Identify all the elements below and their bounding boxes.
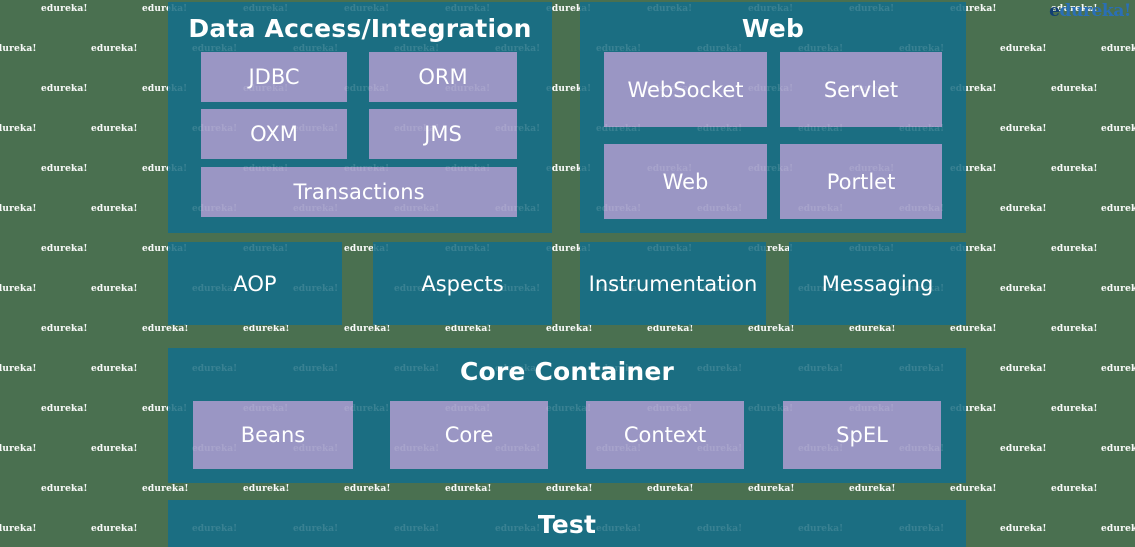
panel-web: Web WebSocket Servlet Web Portlet	[580, 2, 966, 233]
module-context[interactable]: Context	[586, 401, 744, 469]
panel-data-access-integration: Data Access/Integration JDBC ORM OXM JMS…	[168, 2, 552, 233]
module-spel[interactable]: SpEL	[783, 401, 941, 469]
module-beans[interactable]: Beans	[193, 401, 353, 469]
edureka-logo: edureka!	[1049, 3, 1131, 20]
module-aspects[interactable]: Aspects	[373, 242, 552, 325]
panel-title-core-container: Core Container	[459, 357, 675, 386]
module-orm[interactable]: ORM	[369, 52, 517, 102]
panel-title-data-access-integration: Data Access/Integration	[188, 14, 532, 43]
module-websocket[interactable]: WebSocket	[604, 52, 767, 127]
spring-architecture-diagram: Data Access/Integration JDBC ORM OXM JMS…	[0, 0, 1135, 547]
module-servlet[interactable]: Servlet	[780, 52, 942, 127]
panel-test: Test	[168, 500, 966, 547]
logo-rest-text: dureka!	[1059, 1, 1132, 21]
panel-core-container: Core Container Beans Core Context SpEL	[168, 348, 966, 483]
module-transactions[interactable]: Transactions	[201, 167, 517, 217]
logo-lead-letter: e	[1049, 1, 1060, 21]
module-aop[interactable]: AOP	[168, 242, 342, 325]
panel-title-test: Test	[537, 510, 597, 539]
module-core[interactable]: Core	[390, 401, 548, 469]
module-jms[interactable]: JMS	[369, 109, 517, 159]
module-oxm[interactable]: OXM	[201, 109, 347, 159]
module-instrumentation[interactable]: Instrumentation	[580, 242, 766, 325]
module-web[interactable]: Web	[604, 144, 767, 219]
module-jdbc[interactable]: JDBC	[201, 52, 347, 102]
module-messaging[interactable]: Messaging	[789, 242, 966, 325]
module-portlet[interactable]: Portlet	[780, 144, 942, 219]
panel-title-web: Web	[741, 14, 805, 43]
